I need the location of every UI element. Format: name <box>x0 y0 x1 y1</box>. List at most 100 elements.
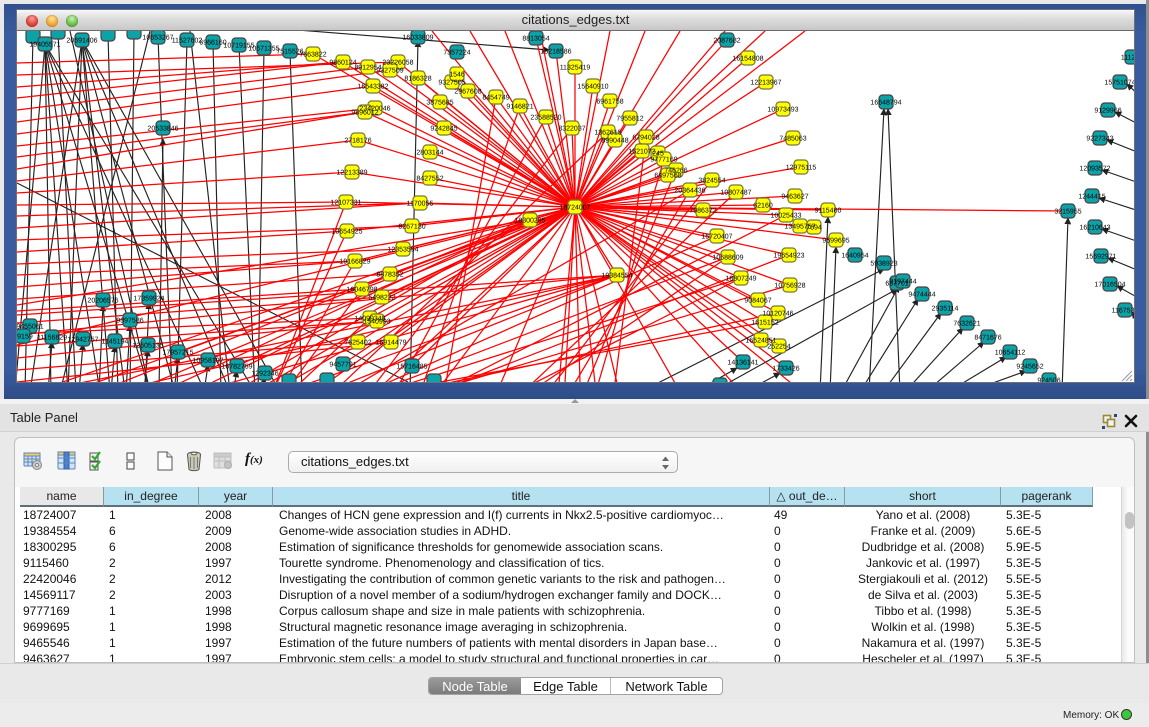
svg-text:16033809: 16033809 <box>402 35 433 42</box>
svg-text:11156829: 11156829 <box>37 335 67 342</box>
svg-text:20533846: 20533846 <box>147 126 178 133</box>
svg-text:9197444: 9197444 <box>889 279 916 286</box>
svg-text:10653267: 10653267 <box>142 35 173 42</box>
svg-text:14136141: 14136141 <box>727 360 758 367</box>
svg-text:9084067: 9084067 <box>744 298 771 305</box>
svg-text:23588520: 23588520 <box>530 115 561 122</box>
svg-text:3875685: 3875685 <box>426 100 453 107</box>
svg-text:19166829: 19166829 <box>339 259 370 266</box>
svg-text:9245652: 9245652 <box>1016 364 1043 371</box>
svg-text:12093572: 12093572 <box>1079 166 1110 173</box>
svg-text:1292346: 1292346 <box>251 371 278 378</box>
svg-text:12213967: 12213967 <box>750 80 781 87</box>
svg-text:17359924: 17359924 <box>133 296 164 303</box>
svg-text:9777169: 9777169 <box>650 157 677 164</box>
svg-text:17016504: 17016504 <box>1094 282 1125 289</box>
svg-text:16648794: 16648794 <box>870 100 901 107</box>
svg-text:2967608: 2967608 <box>454 89 481 96</box>
svg-text:10654112: 10654112 <box>995 350 1026 357</box>
svg-text:7986372: 7986372 <box>689 208 716 215</box>
svg-text:7694: 7694 <box>806 225 822 232</box>
svg-text:16154808: 16154808 <box>732 56 763 63</box>
svg-text:7357224: 7357224 <box>443 50 470 57</box>
svg-text:9327505: 9327505 <box>438 80 465 87</box>
svg-text:10756928: 10756928 <box>774 283 805 290</box>
svg-text:12975115: 12975115 <box>786 165 817 172</box>
svg-text:15716485: 15716485 <box>396 364 427 371</box>
svg-text:9860124: 9860124 <box>329 60 356 67</box>
svg-text:1362615: 1362615 <box>594 130 621 137</box>
svg-text:10973493: 10973493 <box>767 107 798 114</box>
svg-text:7485063: 7485063 <box>779 136 806 143</box>
svg-text:9457791: 9457791 <box>329 362 356 369</box>
svg-text:11527602: 11527602 <box>172 38 203 45</box>
svg-text:8471676: 8471676 <box>974 335 1001 342</box>
svg-text:7625402: 7625402 <box>344 340 371 347</box>
svg-text:9146821: 9146821 <box>506 104 533 111</box>
svg-text:39159: 39159 <box>17 334 33 341</box>
svg-text:9474444: 9474444 <box>908 292 935 299</box>
svg-text:252254: 252254 <box>767 344 790 351</box>
svg-text:19654923: 19654923 <box>773 253 804 260</box>
svg-text:19384554: 19384554 <box>601 273 632 280</box>
svg-text:1145194: 1145194 <box>102 339 129 346</box>
svg-text:7663822: 7663822 <box>299 52 326 59</box>
svg-text:1733426: 1733426 <box>772 366 799 373</box>
svg-text:10807487: 10807487 <box>720 190 751 197</box>
svg-text:20206576: 20206576 <box>87 298 118 305</box>
svg-text:16914479: 16914479 <box>375 340 406 347</box>
svg-text:15751074: 15751074 <box>1104 80 1134 87</box>
svg-text:16782759: 16782759 <box>221 364 252 371</box>
svg-text:8427552: 8427552 <box>416 176 443 183</box>
svg-text:12353594: 12353594 <box>387 247 418 254</box>
svg-text:10671355: 10671355 <box>248 46 279 53</box>
svg-text:1640954: 1640954 <box>841 253 868 260</box>
svg-text:10958107: 10958107 <box>192 358 223 365</box>
svg-text:1244415: 1244415 <box>1078 194 1105 201</box>
svg-text:16046798: 16046798 <box>346 287 377 294</box>
svg-text:9397586: 9397586 <box>116 318 143 325</box>
svg-text:20364436: 20364436 <box>674 188 705 195</box>
svg-text:10025433: 10025433 <box>770 213 801 220</box>
svg-text:8322037: 8322037 <box>558 126 585 133</box>
svg-text:9896012: 9896012 <box>351 110 378 117</box>
svg-text:8990448: 8990448 <box>601 138 628 145</box>
svg-text:111234: 111234 <box>1121 55 1134 62</box>
svg-text:12505135: 12505135 <box>132 343 163 350</box>
svg-text:3215955: 3215955 <box>1054 209 1081 216</box>
svg-text:9327509: 9327509 <box>376 68 403 75</box>
svg-text:15720407: 15720407 <box>701 234 732 241</box>
svg-text:5498222: 5498222 <box>368 295 395 302</box>
svg-text:6497568: 6497568 <box>654 173 681 180</box>
svg-text:1170055: 1170055 <box>407 201 434 208</box>
svg-text:9242845: 9242845 <box>430 126 457 133</box>
svg-text:16543382: 16543382 <box>357 84 388 91</box>
svg-text:9699695: 9699695 <box>822 238 849 245</box>
svg-text:18300295: 18300295 <box>514 218 545 225</box>
svg-text:1546: 1546 <box>449 72 465 79</box>
svg-text:15640910: 15640910 <box>577 84 608 91</box>
svg-text:8813054: 8813054 <box>522 36 549 43</box>
svg-text:16210643: 16210643 <box>1079 225 1110 232</box>
svg-text:1167531: 1167531 <box>1112 308 1134 315</box>
svg-text:18724007: 18724007 <box>559 205 590 212</box>
svg-text:2935114: 2935114 <box>932 306 959 313</box>
svg-text:8186328: 8186328 <box>404 76 431 83</box>
svg-text:23226058: 23226058 <box>382 60 413 67</box>
svg-text:6961758: 6961758 <box>596 99 623 106</box>
svg-text:5938923: 5938923 <box>870 261 897 268</box>
svg-text:18807249: 18807249 <box>725 276 756 283</box>
svg-text:8267130: 8267130 <box>398 224 425 231</box>
svg-text:62160: 62160 <box>753 203 773 210</box>
svg-text:10654925: 10654925 <box>331 229 362 236</box>
svg-text:12213389: 12213389 <box>336 170 367 177</box>
svg-text:7955812: 7955812 <box>616 116 643 123</box>
svg-text:9455061: 9455061 <box>17 324 44 331</box>
svg-text:9129966: 9129966 <box>1094 108 1121 115</box>
svg-text:9227343: 9227343 <box>1086 136 1113 143</box>
svg-text:10688609: 10688609 <box>712 255 743 262</box>
svg-text:8878352: 8878352 <box>376 272 403 279</box>
svg-text:1540993: 1540993 <box>363 319 390 326</box>
svg-text:3824554: 3824554 <box>698 178 725 185</box>
svg-text:2718176: 2718176 <box>344 138 371 145</box>
